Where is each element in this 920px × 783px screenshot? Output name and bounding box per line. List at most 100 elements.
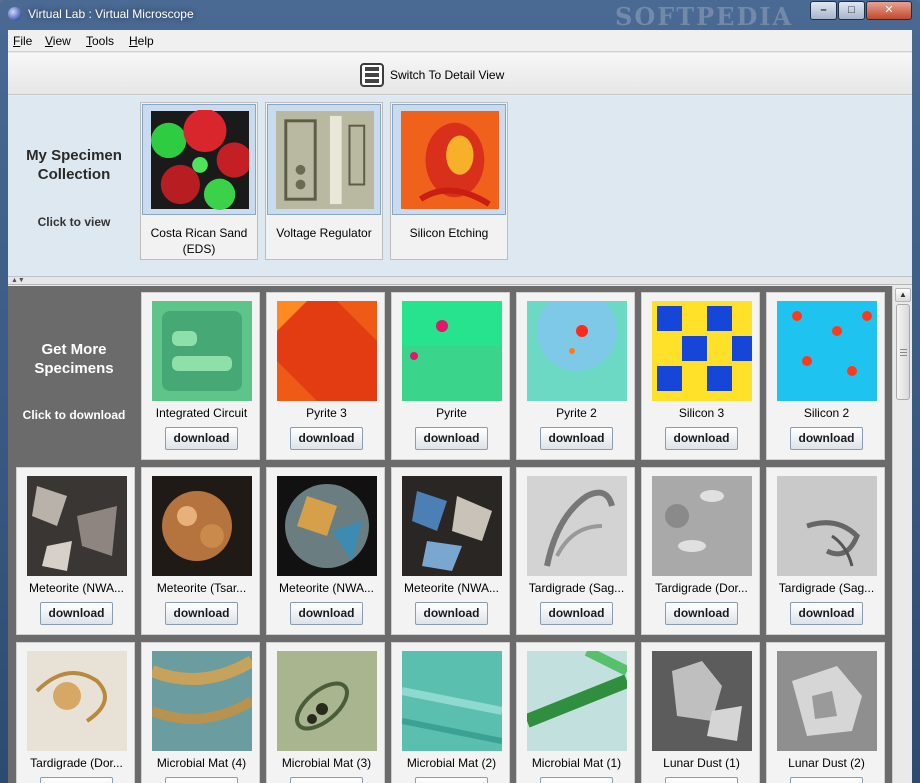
menu-view[interactable]: View: [45, 34, 71, 48]
title-bar[interactable]: Virtual Lab : Virtual Microscope SOFTPED…: [0, 0, 920, 31]
specimen-image: [277, 476, 377, 576]
download-button[interactable]: download: [415, 602, 488, 625]
vertical-scrollbar[interactable]: ▲: [892, 286, 912, 783]
download-button[interactable]: download: [165, 602, 238, 625]
specimen-name: Tardigrade (Sag...: [528, 581, 625, 595]
download-button[interactable]: download: [165, 427, 238, 450]
download-button[interactable]: download: [290, 427, 363, 450]
specimen-image: [527, 651, 627, 751]
download-button[interactable]: download: [290, 602, 363, 625]
collection-card-costa-rican-sand[interactable]: Costa Rican Sand (EDS): [140, 102, 258, 260]
download-button[interactable]: download: [165, 777, 238, 783]
specimen-card[interactable]: Lunar Dust (2) download: [766, 642, 885, 783]
download-button[interactable]: download: [290, 777, 363, 783]
menu-bar: File View Tools Help: [8, 30, 912, 52]
download-button[interactable]: download: [40, 777, 113, 783]
download-button[interactable]: download: [665, 427, 738, 450]
specimen-name: Meteorite (NWA...: [279, 581, 374, 595]
specimen-name: Meteorite (NWA...: [404, 581, 499, 595]
specimen-image: [652, 651, 752, 751]
panel-splitter[interactable]: ▲▼: [8, 277, 912, 285]
specimen-name: Microbial Mat (1): [531, 756, 622, 770]
minimize-button[interactable]: –: [810, 1, 837, 20]
specimen-name: Pyrite: [436, 406, 467, 420]
specimen-card[interactable]: Tardigrade (Dor... download: [641, 467, 760, 635]
collection-card-label: Voltage Regulator: [266, 225, 382, 241]
menu-tools[interactable]: Tools: [86, 34, 114, 48]
specimen-card[interactable]: Pyrite download: [391, 292, 510, 460]
download-button[interactable]: download: [665, 602, 738, 625]
collection-card-voltage-regulator[interactable]: Voltage Regulator: [265, 102, 383, 260]
specimen-card[interactable]: Pyrite 2 download: [516, 292, 635, 460]
specimen-card[interactable]: Tardigrade (Sag... download: [766, 467, 885, 635]
specimen-card[interactable]: Microbial Mat (3) download: [266, 642, 385, 783]
specimen-image: [152, 301, 252, 401]
download-subtitle: Click to download: [22, 408, 126, 422]
specimen-image: [277, 301, 377, 401]
download-button[interactable]: download: [40, 602, 113, 625]
specimen-card[interactable]: Meteorite (Tsar... download: [141, 467, 260, 635]
thumbnail-frame: [392, 104, 506, 215]
maximize-button[interactable]: □: [838, 1, 865, 20]
specimen-card[interactable]: Microbial Mat (2) download: [391, 642, 510, 783]
specimen-image: [151, 110, 249, 210]
download-button[interactable]: download: [540, 777, 613, 783]
specimen-card[interactable]: Meteorite (NWA... download: [391, 467, 510, 635]
specimen-image: [527, 301, 627, 401]
download-button[interactable]: download: [665, 777, 738, 783]
menu-file[interactable]: File: [13, 34, 32, 48]
download-button[interactable]: download: [415, 427, 488, 450]
specimen-image: [777, 301, 877, 401]
collection-card-label-line1: Silicon Etching: [409, 226, 489, 240]
switch-view-label: Switch To Detail View: [390, 68, 505, 82]
specimen-name: Meteorite (NWA...: [29, 581, 124, 595]
watermark: SOFTPEDIA: [615, 2, 794, 31]
specimen-card[interactable]: Microbial Mat (1) download: [516, 642, 635, 783]
splitter-arrows-icon[interactable]: ▲▼: [11, 277, 25, 284]
specimen-image: [401, 111, 499, 209]
specimen-card[interactable]: Integrated Circuit download: [141, 292, 260, 460]
switch-view-button[interactable]: Switch To Detail View: [360, 62, 504, 88]
specimen-card[interactable]: Tardigrade (Dor... download: [16, 642, 135, 783]
specimen-card[interactable]: Silicon 2 download: [766, 292, 885, 460]
app-icon: [8, 7, 22, 21]
collection-subtitle: Click to view: [37, 215, 111, 229]
collection-heading: My Specimen Collection: [16, 146, 132, 184]
download-button[interactable]: download: [790, 427, 863, 450]
download-button[interactable]: download: [790, 777, 863, 783]
download-button[interactable]: download: [540, 427, 613, 450]
specimen-image: [27, 476, 127, 576]
menu-help[interactable]: Help: [129, 34, 154, 48]
specimen-card[interactable]: Pyrite 3 download: [266, 292, 385, 460]
specimen-image: [652, 476, 752, 576]
specimen-card[interactable]: Silicon 3 download: [641, 292, 760, 460]
collection-card-silicon-etching[interactable]: Silicon Etching: [390, 102, 508, 260]
specimen-image: [277, 651, 377, 751]
specimen-card[interactable]: Tardigrade (Sag... download: [516, 467, 635, 635]
specimen-collection-panel: My Specimen Collection Click to view Cos…: [8, 96, 912, 277]
specimen-image: [777, 476, 877, 576]
download-button[interactable]: download: [790, 602, 863, 625]
close-button[interactable]: ✕: [866, 1, 912, 20]
download-heading: Get More Specimens: [14, 340, 134, 378]
specimen-card[interactable]: Lunar Dust (1) download: [641, 642, 760, 783]
window-title: Virtual Lab : Virtual Microscope: [28, 7, 194, 21]
specimen-image: [402, 301, 502, 401]
download-button[interactable]: download: [540, 602, 613, 625]
download-heading-line1: Get More: [41, 341, 107, 358]
specimen-name: Silicon 3: [678, 406, 725, 420]
specimen-card[interactable]: Microbial Mat (4) download: [141, 642, 260, 783]
specimen-card[interactable]: Meteorite (NWA... download: [266, 467, 385, 635]
download-button[interactable]: download: [415, 777, 488, 783]
specimen-image: [402, 651, 502, 751]
specimen-card[interactable]: Meteorite (NWA... download: [16, 467, 135, 635]
thumbnail-frame: [267, 104, 381, 215]
collection-heading-line2: Collection: [37, 166, 111, 183]
scroll-up-icon[interactable]: ▲: [895, 288, 911, 302]
specimen-image: [152, 651, 252, 751]
specimen-name: Pyrite 2: [556, 406, 597, 420]
scroll-thumb[interactable]: [896, 304, 910, 400]
specimen-image: [652, 301, 752, 401]
specimen-image: [527, 476, 627, 576]
download-header: Get More Specimens Click to download: [8, 286, 136, 462]
